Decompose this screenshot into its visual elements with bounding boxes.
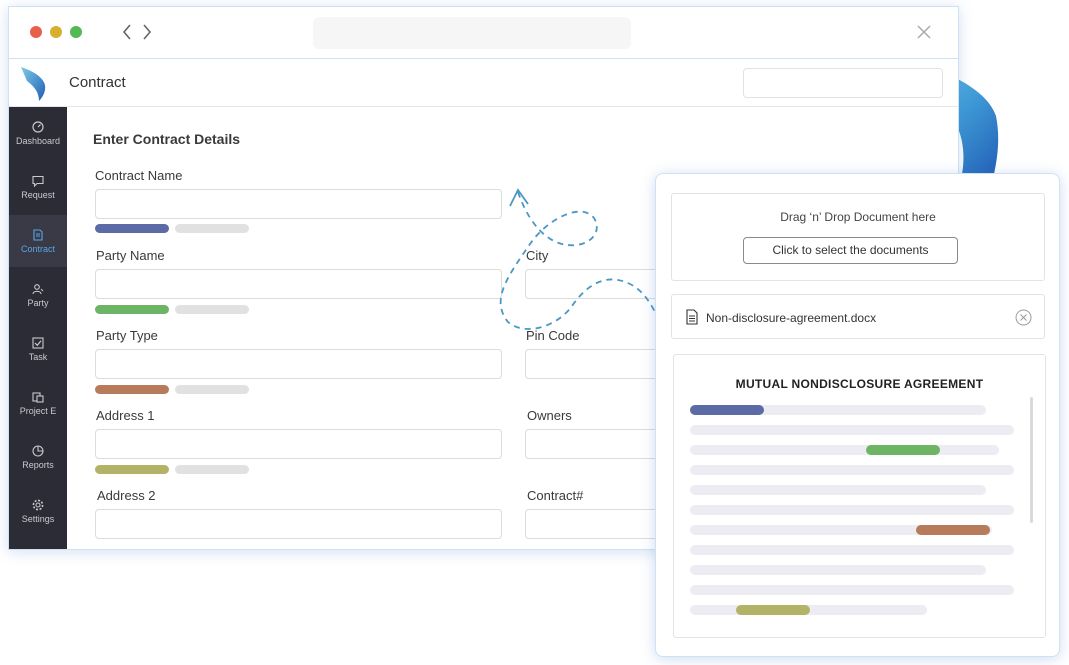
app-logo-icon	[21, 67, 46, 101]
sidebar-item-label: Contract	[20, 243, 55, 254]
sidebar-item-label: Settings	[21, 513, 55, 524]
address1-input[interactable]	[95, 429, 502, 459]
task-icon	[32, 336, 44, 349]
document-icon	[686, 309, 698, 325]
progress-bar	[95, 385, 169, 394]
text-line	[690, 465, 1014, 475]
sidebar-item-settings[interactable]: Settings	[9, 485, 67, 537]
party-type-input[interactable]	[95, 349, 502, 379]
text-line	[690, 505, 1014, 515]
document-title: MUTUAL NONDISCLOSURE AGREEMENT	[735, 377, 984, 391]
contract-number-label: Contract#	[527, 488, 584, 503]
select-documents-button[interactable]: Click to select the documents	[743, 237, 958, 264]
progress-bar	[175, 224, 249, 233]
highlight	[690, 405, 764, 415]
sidebar-item-label: Reports	[22, 459, 54, 470]
sidebar-item-label: Dashboard	[15, 135, 61, 146]
party-type-label: Party Type	[96, 328, 158, 343]
sidebar-item-contract[interactable]: Contract	[9, 215, 67, 267]
chevron-right-icon[interactable]	[139, 21, 155, 43]
address-bar[interactable]	[313, 17, 631, 49]
remove-file-icon[interactable]	[1015, 309, 1032, 326]
address2-label: Address 2	[97, 488, 156, 503]
sidebar-item-request[interactable]: Request	[9, 161, 67, 213]
sidebar-item-reports[interactable]: Reports	[9, 431, 67, 483]
dashed-arrow-decoration	[499, 188, 669, 349]
progress-bar	[95, 305, 169, 314]
address2-input[interactable]	[95, 509, 502, 539]
progress-bar	[175, 305, 249, 314]
highlight	[736, 605, 810, 615]
contract-name-label: Contract Name	[95, 168, 183, 183]
address1-label: Address 1	[96, 408, 155, 423]
progress-bar	[175, 465, 249, 474]
file-name: Non-disclosure-agreement.docx	[706, 311, 877, 325]
app-header: Contract	[9, 59, 958, 107]
form-title: Enter Contract Details	[93, 131, 241, 147]
progress-bar	[95, 465, 169, 474]
highlight	[866, 445, 940, 455]
drop-zone[interactable]: Drag ‘n’ Drop Document here Click to sel…	[671, 193, 1045, 281]
sidebar-item-label: Project E	[19, 405, 57, 416]
sidebar-item-task[interactable]: Task	[9, 323, 67, 375]
contract-name-input[interactable]	[95, 189, 502, 219]
users-icon	[32, 283, 44, 294]
progress-bar	[95, 224, 169, 233]
minimize-dot[interactable]	[50, 26, 62, 38]
sidebar-item-label: Request	[21, 189, 55, 200]
page-title: Contract	[69, 74, 126, 91]
document-upload-panel: Drag ‘n’ Drop Document here Click to sel…	[655, 173, 1060, 657]
close-icon[interactable]	[915, 23, 933, 41]
gear-icon	[32, 499, 44, 510]
text-line	[690, 485, 986, 495]
drop-zone-text: Drag ‘n’ Drop Document here	[780, 210, 936, 224]
close-dot[interactable]	[30, 26, 42, 38]
text-line	[690, 425, 1014, 435]
dashboard-icon	[32, 120, 44, 133]
sidebar-item-project[interactable]: Project E	[9, 377, 67, 429]
maximize-dot[interactable]	[70, 26, 82, 38]
party-name-input[interactable]	[95, 269, 502, 299]
text-line	[690, 565, 986, 575]
sidebar-item-dashboard[interactable]: Dashboard	[9, 107, 67, 159]
preview-scrollbar[interactable]	[1030, 397, 1033, 523]
text-line	[690, 585, 1014, 595]
project-icon	[32, 391, 44, 403]
sidebar-item-label: Party	[27, 297, 49, 308]
reports-icon	[32, 444, 44, 457]
sidebar-item-party[interactable]: Party	[9, 269, 67, 321]
owners-label: Owners	[527, 408, 572, 423]
text-line	[690, 445, 999, 455]
text-line	[690, 545, 1014, 555]
search-input[interactable]	[743, 68, 943, 98]
chat-icon	[32, 175, 44, 187]
sidebar-item-label: Task	[28, 351, 48, 362]
progress-bar	[175, 385, 249, 394]
document-preview: MUTUAL NONDISCLOSURE AGREEMENT	[673, 354, 1046, 638]
chevron-left-icon[interactable]	[119, 21, 135, 43]
highlight	[916, 525, 990, 535]
party-name-label: Party Name	[96, 248, 165, 263]
browser-titlebar	[9, 7, 958, 59]
uploaded-file-item: Non-disclosure-agreement.docx	[671, 294, 1045, 339]
sidebar: Dashboard Request Contract Party Task Pr…	[9, 107, 67, 549]
contract-icon	[33, 228, 43, 241]
